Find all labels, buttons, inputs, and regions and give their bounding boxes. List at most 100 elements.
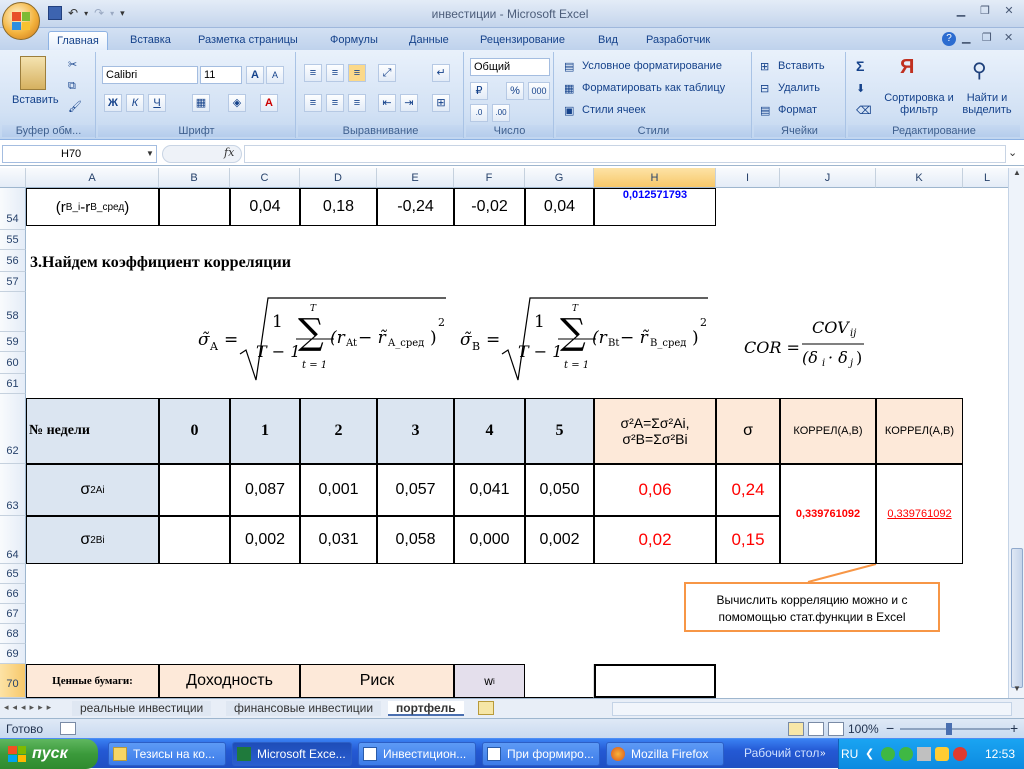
sort-filter-button[interactable]: Сортировка и фильтр (884, 92, 954, 116)
scroll-up-icon[interactable]: ▲ (1010, 168, 1024, 182)
cell-g62[interactable]: 5 (525, 398, 594, 464)
font-color-button[interactable]: A (260, 94, 278, 112)
row-header[interactable]: 55 (0, 230, 26, 250)
cell-a62[interactable]: № недели (26, 398, 159, 464)
scroll-thumb[interactable] (1011, 548, 1023, 688)
cell-f54[interactable]: -0,02 (454, 188, 525, 226)
column-header-c[interactable]: C (230, 168, 300, 188)
expand-formula-bar-icon[interactable]: ⌄ (1008, 146, 1017, 159)
align-middle-icon[interactable]: ≡ (326, 64, 344, 82)
row-header[interactable]: 59 (0, 332, 26, 352)
row-header[interactable]: 65 (0, 564, 26, 584)
tray-app-icon[interactable] (881, 747, 895, 761)
cell-d70[interactable]: Риск (300, 664, 454, 698)
underline-button[interactable]: Ч (148, 94, 166, 112)
row-header[interactable]: 67 (0, 604, 26, 624)
sheet-tab-portfolio[interactable]: портфель (388, 701, 464, 716)
cell-h62[interactable]: σ²A=Σσ²Ai, σ²B=Σσ²Bi (594, 398, 716, 464)
decrease-indent-icon[interactable]: ⇤ (378, 94, 396, 112)
tab-view[interactable]: Вид (590, 31, 626, 50)
column-header-i[interactable]: I (716, 168, 780, 188)
taskbar-item-excel[interactable]: Microsoft Exce... (232, 742, 352, 766)
select-all-corner[interactable] (0, 168, 26, 188)
italic-button[interactable]: К (126, 94, 144, 112)
formula-input[interactable] (244, 145, 1006, 163)
cell-f70[interactable]: wi (454, 664, 525, 698)
cell-k63-correl[interactable]: 0,339761092 (876, 464, 963, 564)
cell-a64[interactable]: σ 2 Bi (26, 516, 159, 564)
cell-h54[interactable]: 0,012571793 (594, 188, 716, 226)
number-format-select[interactable]: Общий (470, 58, 550, 76)
page-break-view-icon[interactable] (828, 722, 844, 736)
column-header-e[interactable]: E (377, 168, 454, 188)
column-header-h[interactable]: H (594, 168, 716, 188)
cell-c62[interactable]: 1 (230, 398, 300, 464)
cell-c64[interactable]: 0,002 (230, 516, 300, 564)
tab-developer[interactable]: Разработчик (638, 31, 718, 50)
orientation-icon[interactable]: ⤢ (378, 64, 396, 82)
tab-page-layout[interactable]: Разметка страницы (190, 31, 306, 50)
align-bottom-icon[interactable]: ≡ (348, 64, 366, 82)
cell-g54[interactable]: 0,04 (525, 188, 594, 226)
tray-expand-icon[interactable]: ❮ (865, 739, 874, 769)
page-layout-view-icon[interactable] (808, 722, 824, 736)
cell-j62[interactable]: КОРРЕЛ(A,B) (780, 398, 876, 464)
percent-button[interactable]: % (506, 82, 524, 100)
row-header[interactable]: 57 (0, 272, 26, 292)
cell-g63[interactable]: 0,050 (525, 464, 594, 516)
row-header[interactable]: 69 (0, 644, 26, 664)
toolbar-expand-icon[interactable]: » (820, 748, 826, 759)
shrink-font-button[interactable]: A (266, 66, 284, 84)
tab-data[interactable]: Данные (401, 31, 457, 50)
sort-filter-icon[interactable]: Я (900, 56, 926, 84)
row-header[interactable]: 61 (0, 374, 26, 394)
name-box[interactable]: H70 (2, 145, 157, 163)
cell-b70[interactable]: Доходность (159, 664, 300, 698)
row-header[interactable]: 62 (0, 394, 26, 464)
taskbar-item-pri[interactable]: При формиро... (482, 742, 600, 766)
cell-d64[interactable]: 0,031 (300, 516, 377, 564)
row-header[interactable]: 64 (0, 516, 26, 564)
conditional-formatting-button[interactable]: Условное форматирование (582, 60, 722, 72)
row-header[interactable]: 66 (0, 584, 26, 604)
row-header[interactable]: 54 (0, 188, 26, 230)
thousands-button[interactable]: 000 (528, 82, 550, 100)
zoom-in-button[interactable]: + (1010, 720, 1018, 736)
cell-f63[interactable]: 0,041 (454, 464, 525, 516)
zoom-level[interactable]: 100% (848, 722, 879, 736)
merge-cells-icon[interactable]: ⊞ (432, 94, 450, 112)
cell-a70[interactable]: Ценные бумаги: (26, 664, 159, 698)
increase-decimal-icon[interactable]: .0 (470, 104, 488, 122)
tray-security-icon[interactable] (953, 747, 967, 761)
language-indicator[interactable]: RU (841, 739, 858, 769)
cell-styles-button[interactable]: Стили ячеек (582, 104, 645, 116)
column-header-a[interactable]: A (26, 168, 159, 188)
tab-home[interactable]: Главная (48, 31, 108, 50)
row-header[interactable]: 56 (0, 250, 26, 272)
sheet-tab-financial[interactable]: финансовые инвестиции (226, 701, 382, 716)
cell-c63[interactable]: 0,087 (230, 464, 300, 516)
cell-e63[interactable]: 0,057 (377, 464, 454, 516)
font-size-select[interactable]: 11 (200, 66, 242, 84)
grow-font-button[interactable]: A (246, 66, 264, 84)
find-select-button[interactable]: Найти и выделить (958, 92, 1016, 116)
font-family-select[interactable]: Calibri (102, 66, 198, 84)
macro-record-icon[interactable] (60, 722, 76, 735)
wrap-text-icon[interactable]: ↵ (432, 64, 450, 82)
tab-insert[interactable]: Вставка (122, 31, 179, 50)
sheet-nav-icon[interactable]: ◂◂◂▸▸▸ (4, 702, 55, 713)
align-left-icon[interactable]: ≡ (304, 94, 322, 112)
tray-chat-icon[interactable] (899, 747, 913, 761)
row-header[interactable]: 68 (0, 624, 26, 644)
copy-icon[interactable]: ⧉ (68, 80, 76, 93)
paste-button[interactable]: Вставить (12, 94, 59, 106)
cell-c54[interactable]: 0,04 (230, 188, 300, 226)
cell-i62[interactable]: σ (716, 398, 780, 464)
row-header[interactable]: 58 (0, 292, 26, 332)
cell-g70[interactable] (525, 664, 594, 698)
taskbar-item-firefox[interactable]: Mozilla Firefox (606, 742, 724, 766)
cell-d54[interactable]: 0,18 (300, 188, 377, 226)
cell-b63[interactable] (159, 464, 230, 516)
normal-view-icon[interactable] (788, 722, 804, 736)
currency-icon[interactable]: ₽ (470, 82, 488, 100)
